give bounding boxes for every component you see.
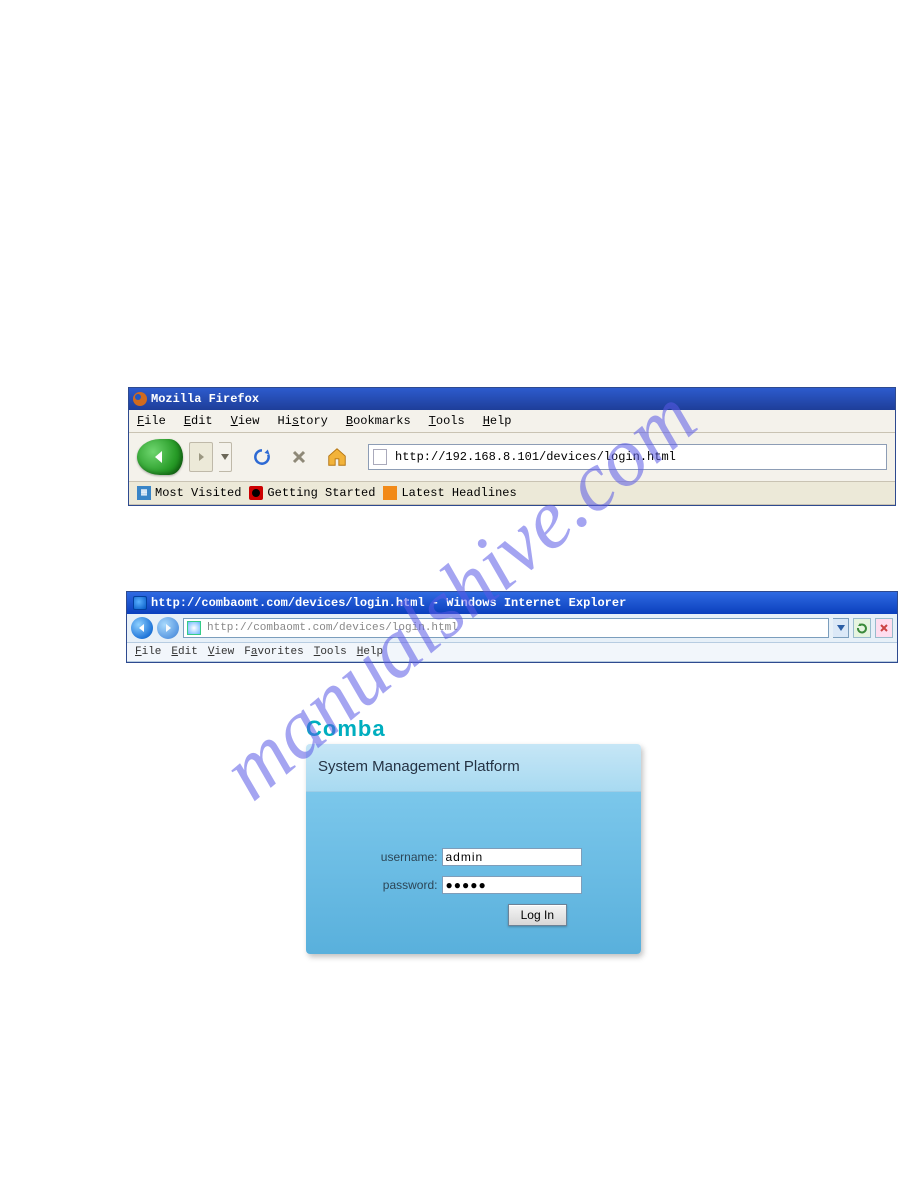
most-visited-icon: ▦ xyxy=(137,486,151,500)
menu-edit[interactable]: Edit xyxy=(184,414,213,428)
ie-title-text: http://combaomt.com/devices/login.html -… xyxy=(151,596,626,610)
menu-tools[interactable]: Tools xyxy=(429,414,465,428)
ie-address-bar[interactable] xyxy=(183,618,829,638)
getting-started-icon xyxy=(249,486,263,500)
firefox-address-bar[interactable] xyxy=(368,444,887,470)
home-icon[interactable] xyxy=(326,446,348,468)
ie-menu-view[interactable]: View xyxy=(208,646,234,658)
ie-forward-button[interactable] xyxy=(157,617,179,639)
nav-history-dropdown[interactable] xyxy=(219,442,232,472)
bookmark-getting-started[interactable]: Getting Started xyxy=(249,486,375,500)
username-row: username: xyxy=(330,848,617,866)
ie-page-icon xyxy=(187,621,201,635)
ie-refresh-button[interactable] xyxy=(853,618,871,638)
menu-bookmarks[interactable]: Bookmarks xyxy=(346,414,411,428)
menu-help[interactable]: Help xyxy=(483,414,512,428)
firefox-menubar: File Edit View History Bookmarks Tools H… xyxy=(129,410,895,433)
login-body: username: password: Log In xyxy=(306,792,641,954)
document-page: Mozilla Firefox File Edit View History B… xyxy=(0,0,918,360)
page-icon xyxy=(373,449,387,465)
ie-back-button[interactable] xyxy=(131,617,153,639)
bookmark-latest-headlines[interactable]: Latest Headlines xyxy=(383,486,516,500)
ie-stop-button[interactable] xyxy=(875,618,893,638)
ie-window: http://combaomt.com/devices/login.html -… xyxy=(126,591,898,663)
reload-icon[interactable] xyxy=(252,447,272,467)
forward-button[interactable] xyxy=(189,442,213,472)
login-button[interactable]: Log In xyxy=(508,904,567,926)
firefox-bookmarks-bar: ▦ Most Visited Getting Started Latest He… xyxy=(129,482,895,505)
ie-menu-favorites[interactable]: Favorites xyxy=(244,646,303,658)
login-panel: System Management Platform username: pas… xyxy=(306,744,641,954)
password-input[interactable] xyxy=(442,876,582,894)
login-heading: System Management Platform xyxy=(306,744,641,792)
comba-logo: Comba xyxy=(306,716,641,742)
login-area: Comba System Management Platform usernam… xyxy=(306,716,641,954)
password-row: password: xyxy=(330,876,617,894)
username-input[interactable] xyxy=(442,848,582,866)
ie-menu-help[interactable]: Help xyxy=(357,646,383,658)
bookmark-latest-headlines-label: Latest Headlines xyxy=(401,486,516,500)
password-label: password: xyxy=(366,878,438,892)
ie-menubar: File Edit View Favorites Tools Help xyxy=(127,643,897,662)
bookmark-getting-started-label: Getting Started xyxy=(267,486,375,500)
bookmark-most-visited[interactable]: ▦ Most Visited xyxy=(137,486,241,500)
ie-titlebar: http://combaomt.com/devices/login.html -… xyxy=(127,592,897,614)
firefox-titlebar: Mozilla Firefox xyxy=(129,388,895,410)
rss-icon xyxy=(383,486,397,500)
stop-icon[interactable] xyxy=(290,448,308,466)
bookmark-most-visited-label: Most Visited xyxy=(155,486,241,500)
ie-address-dropdown[interactable] xyxy=(833,618,849,638)
menu-file[interactable]: File xyxy=(137,414,166,428)
username-label: username: xyxy=(366,850,438,864)
ie-address-input[interactable] xyxy=(205,621,825,635)
firefox-address-input[interactable] xyxy=(393,449,882,465)
back-button[interactable] xyxy=(137,439,183,475)
firefox-window: Mozilla Firefox File Edit View History B… xyxy=(128,387,896,506)
menu-history[interactable]: History xyxy=(277,414,327,428)
ie-menu-tools[interactable]: Tools xyxy=(314,646,347,658)
firefox-title-text: Mozilla Firefox xyxy=(151,392,259,406)
ie-menu-file[interactable]: File xyxy=(135,646,161,658)
ie-icon xyxy=(133,596,147,610)
ie-menu-edit[interactable]: Edit xyxy=(171,646,197,658)
firefox-icon xyxy=(133,392,147,406)
ie-toolbar xyxy=(127,614,897,643)
login-button-row: Log In xyxy=(330,904,617,926)
menu-view[interactable]: View xyxy=(231,414,260,428)
firefox-toolbar xyxy=(129,433,895,482)
